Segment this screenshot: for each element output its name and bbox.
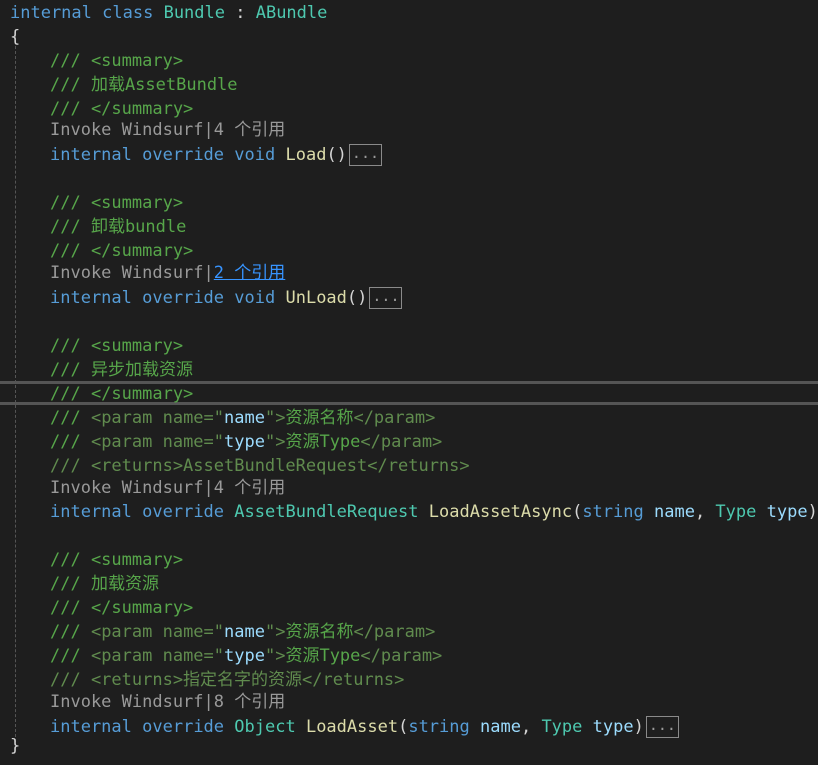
doc-comment-line: /// </summary> bbox=[50, 384, 194, 404]
keyword-override: override bbox=[142, 145, 225, 165]
xml-text: 资源Type bbox=[285, 432, 361, 452]
xml-tag-open: <param name=" bbox=[90, 432, 225, 452]
doc-comment-line: /// 加载资源 bbox=[50, 574, 159, 594]
doc-comment-line: /// 卸载bundle bbox=[50, 217, 187, 237]
codelens-references[interactable]: 4 个引用 bbox=[214, 478, 285, 498]
codelens-separator: | bbox=[203, 120, 214, 140]
codelens: Invoke Windsurf|2 个引用 bbox=[50, 261, 818, 285]
collapsed-region-button[interactable]: ... bbox=[348, 144, 383, 166]
keyword-internal: internal bbox=[10, 3, 92, 23]
xml-tag-open: <param name=" bbox=[90, 622, 225, 642]
codelens-windsurf-link[interactable]: Invoke Windsurf bbox=[50, 263, 204, 283]
doc-slashes: /// bbox=[50, 622, 91, 642]
xml-text: 资源名称 bbox=[285, 622, 354, 642]
xml-tag-open: <param name=" bbox=[90, 408, 225, 428]
parameter-name: name bbox=[653, 502, 695, 522]
xml-tag-close: </param> bbox=[360, 432, 443, 452]
codelens: Invoke Windsurf|4 个引用 bbox=[50, 118, 818, 142]
keyword-void: void bbox=[234, 288, 276, 308]
codelens-windsurf-link[interactable]: Invoke Windsurf bbox=[50, 120, 204, 140]
xml-tag-close: </param> bbox=[353, 622, 436, 642]
parameter-type: Type bbox=[715, 502, 757, 522]
doc-comment-line: /// <summary> bbox=[50, 336, 184, 356]
xml-tag-mid: "> bbox=[264, 432, 286, 452]
doc-comment-line: /// <summary> bbox=[50, 193, 184, 213]
doc-slashes: /// bbox=[50, 408, 91, 428]
doc-comment-line: /// 加载AssetBundle bbox=[50, 75, 238, 95]
keyword-internal: internal bbox=[50, 502, 132, 522]
parameter-list: () bbox=[346, 288, 368, 308]
keyword-internal: internal bbox=[50, 288, 132, 308]
keyword-string: string bbox=[582, 502, 644, 522]
xml-text: 资源名称 bbox=[285, 408, 354, 428]
keyword-internal: internal bbox=[50, 145, 132, 165]
codelens: Invoke Windsurf|4 个引用 bbox=[50, 476, 818, 500]
codelens-separator: | bbox=[203, 692, 214, 712]
codelens-windsurf-link[interactable]: Invoke Windsurf bbox=[50, 478, 204, 498]
open-brace: { bbox=[10, 27, 21, 47]
doc-comment-line: /// 异步加载资源 bbox=[50, 360, 193, 380]
returns-doc-line: /// <returns>指定名字的资源</returns> bbox=[50, 670, 405, 690]
codelens-separator: | bbox=[203, 263, 214, 283]
doc-comment-line: /// </summary> bbox=[50, 598, 194, 618]
keyword-void: void bbox=[234, 145, 276, 165]
codelens: Invoke Windsurf|8 个引用 bbox=[50, 690, 818, 714]
codelens-references[interactable]: 8 个引用 bbox=[214, 692, 285, 712]
indent-guide bbox=[15, 36, 16, 742]
method-signature-loadassetasync[interactable]: internal override AssetBundleRequest Loa… bbox=[50, 500, 818, 524]
keyword-class: class bbox=[102, 3, 154, 23]
class-name: Bundle bbox=[163, 3, 225, 23]
xml-tag-open: <param name=" bbox=[90, 646, 225, 666]
code-editor[interactable]: internal class Bundle : ABundle { /// <s… bbox=[0, 0, 818, 765]
keyword-override: override bbox=[142, 288, 225, 308]
inheritance-colon: : bbox=[225, 3, 256, 23]
xml-text: 资源Type bbox=[285, 646, 361, 666]
xml-tag-mid: "> bbox=[264, 408, 286, 428]
doc-slashes: /// bbox=[50, 432, 91, 452]
codelens-separator: | bbox=[203, 478, 214, 498]
xml-attr-value: name bbox=[224, 408, 265, 428]
codelens-references[interactable]: 4 个引用 bbox=[214, 120, 285, 140]
doc-comment-line: /// <summary> bbox=[50, 550, 184, 570]
xml-tag-mid: "> bbox=[264, 646, 286, 666]
method-name: Load bbox=[285, 145, 327, 165]
xml-attr-value: type bbox=[224, 646, 265, 666]
xml-attr-value: type bbox=[224, 432, 265, 452]
doc-comment-line: /// <summary> bbox=[50, 51, 184, 71]
close-brace: } bbox=[10, 736, 21, 756]
class-declaration[interactable]: internal class Bundle : ABundle bbox=[10, 1, 818, 25]
method-name: LoadAssetAsync bbox=[428, 502, 573, 522]
returns-doc-line: /// <returns>AssetBundleRequest</returns… bbox=[50, 456, 470, 476]
method-signature-unload[interactable]: internal override void UnLoad()... bbox=[50, 286, 818, 310]
param-doc-line: /// <param name="type">资源Type</param> bbox=[50, 430, 818, 454]
return-type: AssetBundleRequest bbox=[234, 502, 419, 522]
codelens-windsurf-link[interactable]: Invoke Windsurf bbox=[50, 692, 204, 712]
xml-tag-close: </param> bbox=[353, 408, 436, 428]
param-doc-line: /// <param name="name">资源名称</param> bbox=[50, 620, 818, 644]
parameter-list: () bbox=[326, 145, 347, 165]
codelens-references-link[interactable]: 2 个引用 bbox=[214, 263, 285, 283]
param-doc-line: /// <param name="name">资源名称</param> bbox=[50, 406, 818, 430]
xml-attr-value: name bbox=[224, 622, 265, 642]
base-class-name: ABundle bbox=[255, 3, 328, 23]
param-doc-line: /// <param name="type">资源Type</param> bbox=[50, 644, 818, 668]
doc-comment-line: /// </summary> bbox=[50, 241, 194, 261]
doc-slashes: /// bbox=[50, 646, 91, 666]
xml-tag-close: </param> bbox=[360, 646, 443, 666]
keyword-override: override bbox=[142, 502, 225, 522]
method-name: UnLoad bbox=[285, 288, 347, 308]
collapsed-region-button[interactable]: ... bbox=[369, 287, 403, 309]
method-signature-load[interactable]: internal override void Load()... bbox=[50, 143, 818, 167]
parameter-name: type bbox=[766, 502, 808, 522]
xml-tag-mid: "> bbox=[264, 622, 286, 642]
